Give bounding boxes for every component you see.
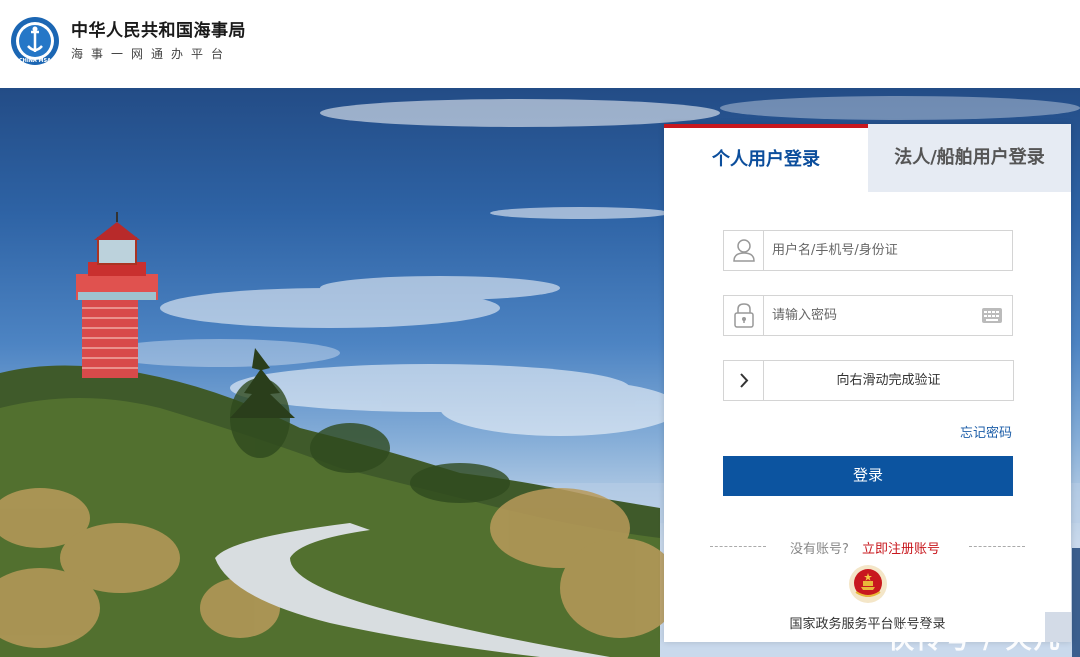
chevron-right-icon [740,373,749,388]
login-tabs: 个人用户登录 法人/船舶用户登录 [664,124,1071,192]
lock-icon [724,296,764,335]
forgot-password-link[interactable]: 忘记密码 [960,422,1012,441]
slider-label: 向右滑动完成验证 [836,373,941,388]
site-header: CHINA MSA 中华人民共和国海事局 海事一网通办平台 [0,0,1080,88]
tab-personal-login[interactable]: 个人用户登录 [664,124,868,192]
org-name: 中华人民共和国海事局 [71,21,246,41]
divider-right [969,546,1025,547]
login-panel: 个人用户登录 法人/船舶用户登录 用户名/手机号/身份证 向右滑动完成验证 忘记… [664,124,1071,642]
keyboard-icon[interactable] [982,308,1002,323]
register-row: 没有账号? 立即注册账号 [664,538,1071,557]
no-account-text: 没有账号? [790,542,849,557]
user-icon [724,231,764,270]
site-subtitle: 海事一网通办平台 [71,47,232,61]
password-field [723,295,1013,336]
tab-corporate-login[interactable]: 法人/船舶用户登录 [868,124,1071,192]
national-emblem-icon[interactable] [848,564,888,604]
china-msa-logo-icon[interactable]: CHINA MSA [10,16,60,66]
username-field [723,230,1013,271]
password-input[interactable] [772,304,982,326]
logo-text: CHINA MSA [19,58,51,64]
divider-left [710,546,766,547]
username-input[interactable] [772,239,982,261]
slide-verify-captcha: 向右滑动完成验证 [723,360,1014,401]
corner-scroll-button[interactable] [1045,612,1071,642]
watermark-text: 快传号 / 天凡 [888,625,1062,655]
register-link[interactable]: 立即注册账号 [862,538,940,557]
slider-handle[interactable] [724,361,764,400]
login-button[interactable]: 登录 [723,456,1013,496]
